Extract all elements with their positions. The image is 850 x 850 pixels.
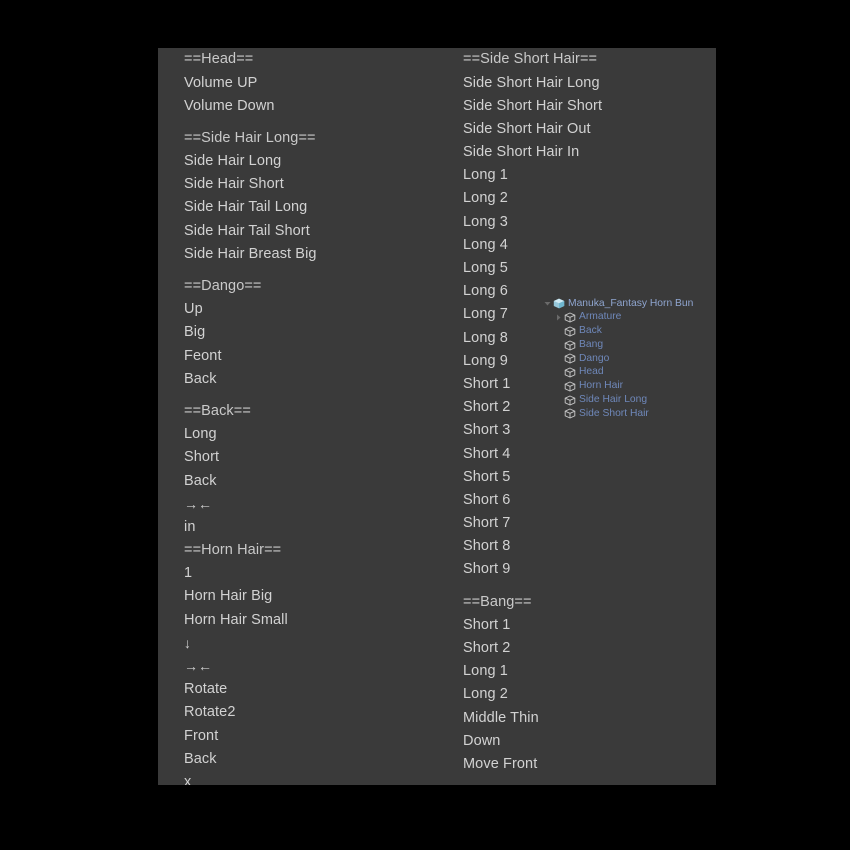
menu-item[interactable]: Back (184, 747, 317, 770)
chevron-right-icon[interactable] (554, 314, 563, 321)
menu-item[interactable]: Long (184, 423, 317, 446)
outliner-row-label: Side Short Hair (579, 407, 649, 419)
menu-item[interactable]: →← (184, 492, 317, 515)
chevron-down-icon[interactable] (543, 300, 552, 307)
menu-item[interactable]: Move Front (463, 753, 602, 776)
object-mesh-icon[interactable] (563, 367, 576, 379)
menu-item[interactable]: Side Short Hair In (463, 141, 602, 164)
outliner-row[interactable]: Armature (543, 311, 693, 325)
outliner-row-label: Horn Hair (579, 380, 624, 392)
menu-section-header: ==Bang== (463, 593, 532, 610)
menu-item[interactable]: Volume UP (184, 71, 317, 94)
menu-item[interactable]: Big (184, 321, 317, 344)
menu-section-header: ==Dango== (184, 278, 262, 295)
menu-item[interactable]: Long 2 (463, 683, 602, 706)
object-mesh-icon[interactable] (563, 312, 576, 324)
shape-key-menu-panel: ==Head== Volume UP Volume Down ==Side Hair … (158, 48, 716, 785)
menu-item[interactable]: Down (463, 729, 602, 752)
menu-item[interactable]: Front (184, 724, 317, 747)
menu-item[interactable]: Short 8 (463, 535, 602, 558)
outliner-row-label: Back (579, 325, 602, 337)
menu-item[interactable]: Rotate (184, 678, 317, 701)
menu-item[interactable]: Side Hair Breast Big (184, 243, 317, 266)
menu-item[interactable]: Short 4 (463, 442, 602, 465)
outliner-row[interactable]: Dango (543, 352, 693, 366)
menu-item[interactable]: Middle Thin (463, 706, 602, 729)
menu-item[interactable]: Long 2 (463, 187, 602, 210)
menu-item[interactable]: Volume Down (184, 94, 317, 117)
menu-section-header: ==Head== (184, 51, 254, 68)
menu-item[interactable]: Short 9 (463, 558, 602, 581)
menu-column-left: ==Head== Volume UP Volume Down ==Side Hair … (184, 48, 317, 785)
outliner-row[interactable]: Head (543, 366, 693, 380)
menu-section-header: ==Back== (184, 402, 251, 419)
outliner-row-label: Bang (579, 338, 604, 350)
menu-item[interactable]: Up (184, 298, 317, 321)
menu-item[interactable]: Short 2 (463, 637, 602, 660)
outliner-row-label: Head (579, 366, 604, 378)
object-mesh-icon[interactable] (563, 353, 576, 365)
blender-outliner: Manuka_Fantasy Horn Bun Armature Back Bang D… (543, 297, 693, 421)
menu-item[interactable]: ↓ (184, 632, 317, 655)
object-mesh-icon[interactable] (563, 339, 576, 351)
collection-icon[interactable] (552, 298, 565, 310)
menu-item[interactable]: Short 6 (463, 489, 602, 512)
menu-item[interactable]: Short (184, 446, 317, 469)
screenshot-root: ==Head== Volume UP Volume Down ==Side Hair … (0, 0, 850, 850)
menu-item[interactable]: Long 4 (463, 234, 602, 257)
menu-item[interactable]: Side Short Hair Long (463, 71, 602, 94)
menu-item[interactable]: Side Hair Short (184, 173, 317, 196)
outliner-row[interactable]: Side Short Hair (543, 407, 693, 421)
menu-item[interactable]: Side Hair Tail Long (184, 196, 317, 219)
menu-item[interactable]: Long 3 (463, 210, 602, 233)
object-mesh-icon[interactable] (563, 325, 576, 337)
object-mesh-icon[interactable] (563, 394, 576, 406)
menu-item[interactable]: Short 5 (463, 465, 602, 488)
menu-item[interactable]: Side Hair Long (184, 150, 317, 173)
outliner-row-label: Side Hair Long (579, 393, 648, 405)
object-mesh-icon[interactable] (563, 408, 576, 420)
menu-item[interactable]: Back (184, 469, 317, 492)
outliner-row[interactable]: Back (543, 325, 693, 339)
menu-item[interactable]: Short 3 (463, 419, 602, 442)
menu-item[interactable]: Side Short Hair Out (463, 118, 602, 141)
menu-item[interactable]: Short 7 (463, 512, 602, 535)
outliner-row-label: Armature (579, 311, 622, 323)
menu-item[interactable]: Horn Hair Small (184, 608, 317, 631)
outliner-row[interactable]: Horn Hair (543, 380, 693, 394)
menu-item[interactable]: Feont (184, 344, 317, 367)
menu-item[interactable]: in (184, 516, 317, 539)
outliner-row[interactable]: Bang (543, 338, 693, 352)
menu-item[interactable]: 1 (184, 562, 317, 585)
menu-item[interactable]: Side Hair Tail Short (184, 219, 317, 242)
outliner-row-label: Dango (579, 352, 610, 364)
menu-item[interactable]: Long 1 (463, 660, 602, 683)
outliner-row[interactable]: Side Hair Long (543, 393, 693, 407)
menu-item[interactable]: x (184, 771, 317, 785)
outliner-row[interactable]: Manuka_Fantasy Horn Bun (543, 297, 693, 311)
menu-item[interactable]: Rotate2 (184, 701, 317, 724)
menu-section-header: ==Horn Hair== (184, 542, 282, 559)
menu-item[interactable]: Horn Hair Big (184, 585, 317, 608)
outliner-row-label: Manuka_Fantasy Horn Bun (568, 297, 694, 309)
menu-item[interactable]: →← (184, 655, 317, 678)
menu-item[interactable]: Long 1 (463, 164, 602, 187)
menu-section-header: ==Side Short Hair== (463, 51, 598, 68)
menu-item[interactable]: Side Short Hair Short (463, 94, 602, 117)
menu-section-header: ==Side Hair Long== (184, 129, 316, 146)
menu-item[interactable]: Long 5 (463, 257, 602, 280)
menu-item[interactable]: Back (184, 367, 317, 390)
menu-item[interactable]: Short 1 (463, 614, 602, 637)
object-mesh-icon[interactable] (563, 380, 576, 392)
